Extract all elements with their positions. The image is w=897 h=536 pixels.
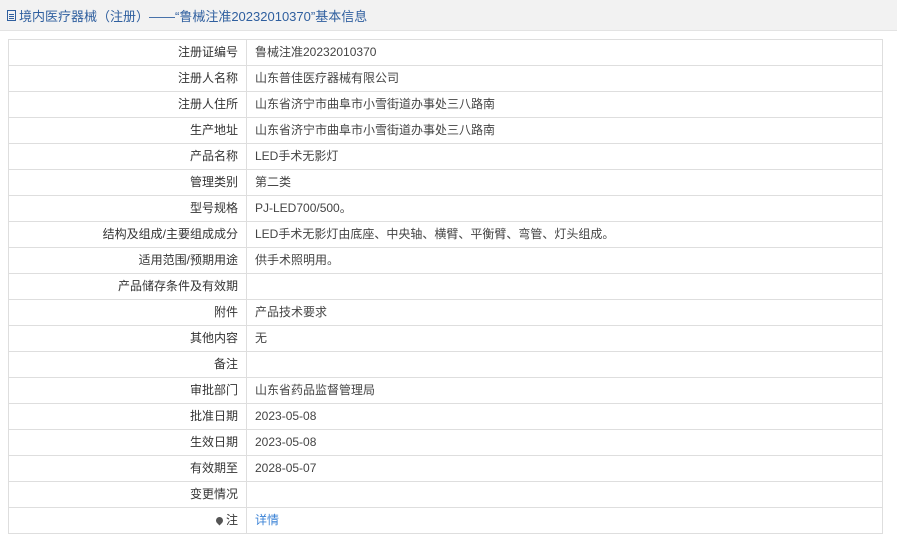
row-value: [246, 351, 883, 378]
row-label: 批准日期: [8, 403, 247, 430]
row-value: 山东普佳医疗器械有限公司: [246, 65, 883, 92]
note-label: 注: [225, 513, 238, 527]
row-value: 供手术照明用。: [246, 247, 883, 274]
pin-icon: [214, 515, 225, 526]
document-icon: [7, 9, 16, 21]
row-label: 附件: [8, 299, 247, 326]
row-label: 生产地址: [8, 117, 247, 144]
row-label: 其他内容: [8, 325, 247, 352]
row-value: 鲁械注准20232010370: [246, 39, 883, 66]
row-value: 山东省济宁市曲阜市小雪街道办事处三八路南: [246, 91, 883, 118]
table-row: 批准日期 2023-05-08: [8, 403, 883, 430]
row-label: 型号规格: [8, 195, 247, 222]
row-value: PJ-LED700/500。: [246, 195, 883, 222]
table-row: 管理类别 第二类: [8, 169, 883, 196]
info-table: 注册证编号 鲁械注准20232010370 注册人名称 山东普佳医疗器械有限公司 注…: [8, 39, 883, 534]
row-label: 产品储存条件及有效期: [8, 273, 247, 300]
table-row: 其他内容无: [8, 325, 883, 352]
row-value: [246, 481, 883, 508]
row-label: 适用范围/预期用途: [8, 247, 247, 274]
row-label: 注册人住所: [8, 91, 247, 118]
row-label: 变更情况: [8, 481, 247, 508]
table-row: 适用范围/预期用途 供手术照明用。: [8, 247, 883, 274]
note-value-cell: 详情: [246, 507, 883, 534]
row-label: 注册证编号: [8, 39, 247, 66]
table-row: 注册人住所 山东省济宁市曲阜市小雪街道办事处三八路南: [8, 91, 883, 118]
table-row: 产品名称 LED手术无影灯: [8, 143, 883, 170]
row-value: 2023-05-08: [246, 429, 883, 456]
table-row: 生效日期 2023-05-08: [8, 429, 883, 456]
row-value: [246, 273, 883, 300]
note-label-cell: 注: [8, 507, 247, 534]
table-row-note: 注 详情: [8, 507, 883, 534]
row-label: 管理类别: [8, 169, 247, 196]
details-link[interactable]: 详情: [255, 513, 279, 527]
row-label: 生效日期: [8, 429, 247, 456]
row-label: 有效期至: [8, 455, 247, 482]
page-header: 境内医疗器械（注册）——“鲁械注准20232010370”基本信息: [0, 0, 897, 31]
table-row: 产品储存条件及有效期: [8, 273, 883, 300]
row-value: 产品技术要求: [246, 299, 883, 326]
row-value: LED手术无影灯: [246, 143, 883, 170]
table-row: 附件 产品技术要求: [8, 299, 883, 326]
row-value: 无: [246, 325, 883, 352]
row-value: 第二类: [246, 169, 883, 196]
table-row: 有效期至 2028-05-07: [8, 455, 883, 482]
table-row: 变更情况: [8, 481, 883, 508]
info-container: 注册证编号 鲁械注准20232010370 注册人名称 山东普佳医疗器械有限公司 注…: [0, 31, 897, 534]
row-label: 审批部门: [8, 377, 247, 404]
table-row: 结构及组成/主要组成成分 LED手术无影灯由底座、中央轴、横臂、平衡臂、弯管、灯头…: [8, 221, 883, 248]
table-row: 审批部门 山东省药品监督管理局: [8, 377, 883, 404]
table-row: 型号规格 PJ-LED700/500。: [8, 195, 883, 222]
row-value: 2028-05-07: [246, 455, 883, 482]
row-value: 山东省济宁市曲阜市小雪街道办事处三八路南: [246, 117, 883, 144]
row-label: 产品名称: [8, 143, 247, 170]
row-label: 结构及组成/主要组成成分: [8, 221, 247, 248]
row-label: 备注: [8, 351, 247, 378]
table-row: 注册证编号 鲁械注准20232010370: [8, 39, 883, 66]
page-title: 境内医疗器械（注册）——“鲁械注准20232010370”基本信息: [19, 8, 368, 24]
row-value: LED手术无影灯由底座、中央轴、横臂、平衡臂、弯管、灯头组成。: [246, 221, 883, 248]
row-value: 山东省药品监督管理局: [246, 377, 883, 404]
table-row: 生产地址 山东省济宁市曲阜市小雪街道办事处三八路南: [8, 117, 883, 144]
table-row: 备注: [8, 351, 883, 378]
row-value: 2023-05-08: [246, 403, 883, 430]
row-label: 注册人名称: [8, 65, 247, 92]
table-row: 注册人名称 山东普佳医疗器械有限公司: [8, 65, 883, 92]
